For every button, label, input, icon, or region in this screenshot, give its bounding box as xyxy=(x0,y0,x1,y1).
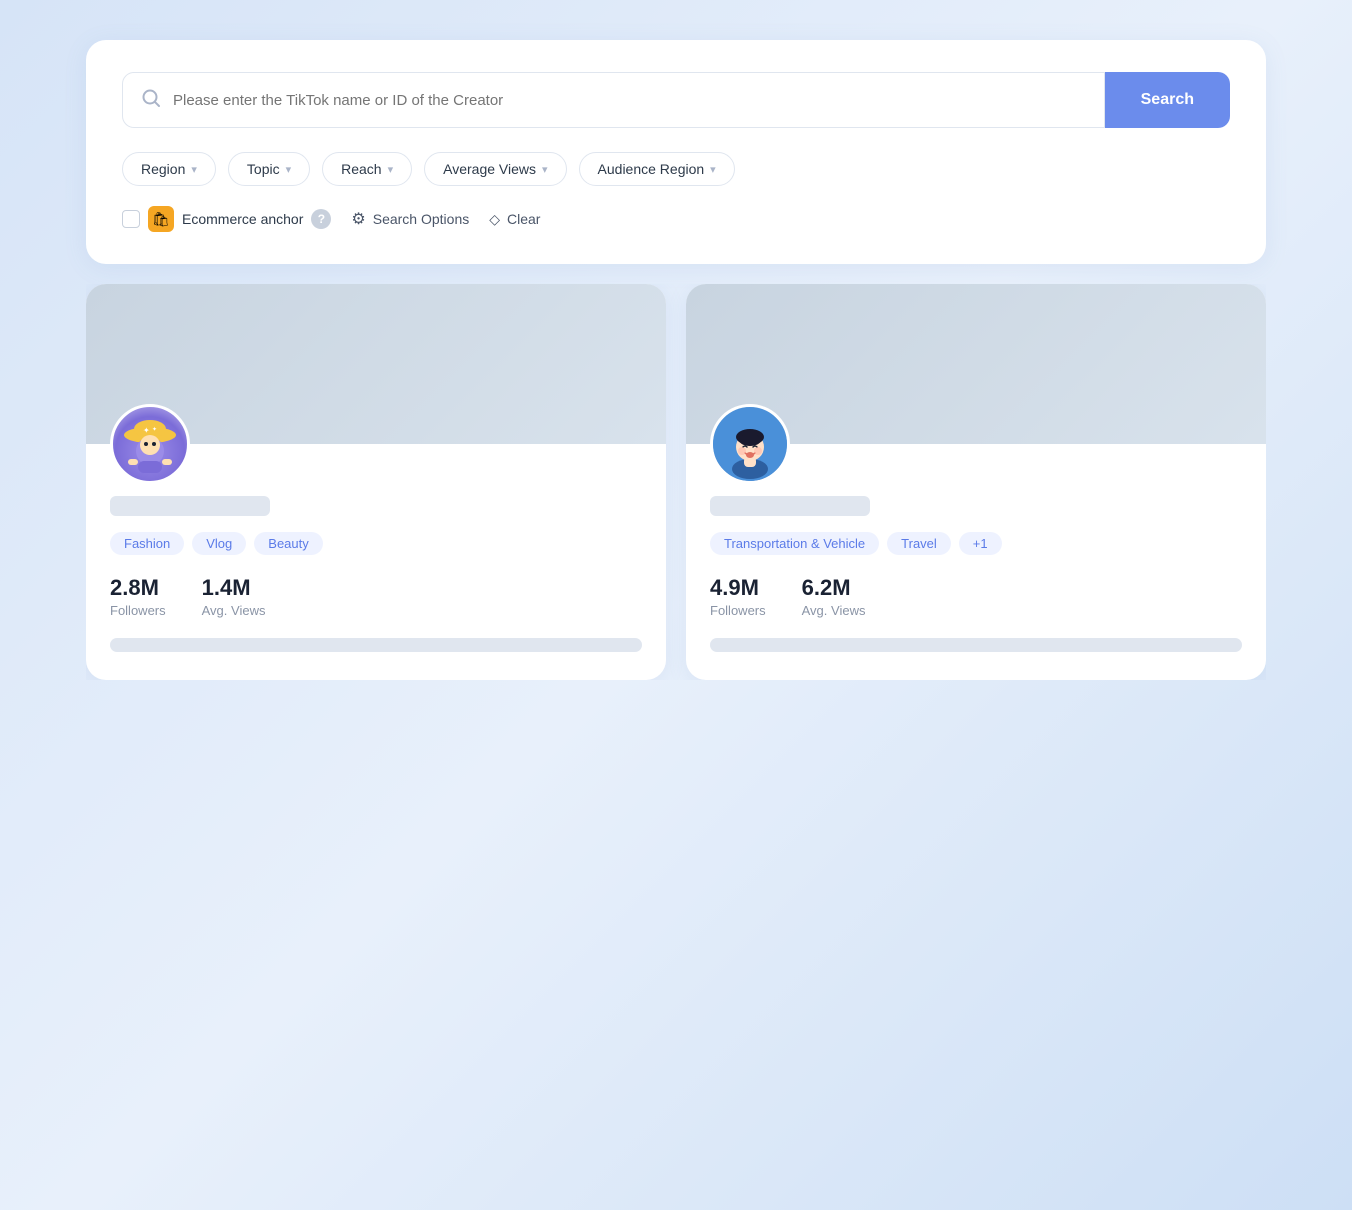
sliders-icon: ⚙ xyxy=(351,209,365,229)
region-label: Region xyxy=(141,161,185,177)
followers-value-2: 4.9M xyxy=(710,575,766,601)
ecommerce-checkbox[interactable] xyxy=(122,210,140,228)
search-panel: Search Region ▾ Topic ▾ Reach ▾ Average … xyxy=(86,40,1266,264)
avg-views-stat-2: 6.2M Avg. Views xyxy=(802,575,866,618)
card-body-1: ✦ ✦ Fashion Vlog Beauty xyxy=(86,404,666,680)
clear-label: Clear xyxy=(507,211,540,227)
topic-label: Topic xyxy=(247,161,280,177)
tag-vlog[interactable]: Vlog xyxy=(192,532,246,555)
avatar-wrapper-2 xyxy=(710,404,1242,484)
avg-views-label: Average Views xyxy=(443,161,536,177)
followers-value-1: 2.8M xyxy=(110,575,166,601)
card-body-2: Transportation & Vehicle Travel +1 4.9M … xyxy=(686,404,1266,680)
tag-more[interactable]: +1 xyxy=(959,532,1002,555)
avg-views-chevron-icon: ▾ xyxy=(542,163,548,176)
avatar-wrapper-1: ✦ ✦ xyxy=(110,404,642,484)
region-filter[interactable]: Region ▾ xyxy=(122,152,216,186)
audience-region-chevron-icon: ▾ xyxy=(710,163,716,176)
ecommerce-bag-icon: 🛍 xyxy=(148,206,174,232)
tag-travel[interactable]: Travel xyxy=(887,532,951,555)
stats-row-1: 2.8M Followers 1.4M Avg. Views xyxy=(110,575,642,618)
followers-label-1: Followers xyxy=(110,603,166,618)
avg-views-value-2: 6.2M xyxy=(802,575,866,601)
clear-diamond-icon: ◇ xyxy=(489,211,500,228)
tags-row-2: Transportation & Vehicle Travel +1 xyxy=(710,532,1242,555)
audience-region-filter[interactable]: Audience Region ▾ xyxy=(579,152,735,186)
ecommerce-checkbox-wrapper: 🛍 Ecommerce anchor ? xyxy=(122,206,331,232)
followers-stat-2: 4.9M Followers xyxy=(710,575,766,618)
creator-card-1: ✦ ✦ Fashion Vlog Beauty xyxy=(86,284,666,680)
avg-views-label-1: Avg. Views xyxy=(202,603,266,618)
help-icon[interactable]: ? xyxy=(311,209,331,229)
avg-views-value-1: 1.4M xyxy=(202,575,266,601)
search-input-wrapper xyxy=(122,72,1105,128)
avg-views-stat-1: 1.4M Avg. Views xyxy=(202,575,266,618)
options-row: 🛍 Ecommerce anchor ? ⚙ Search Options ◇ … xyxy=(122,206,1230,232)
creator-card-2: Transportation & Vehicle Travel +1 4.9M … xyxy=(686,284,1266,680)
avatar-2 xyxy=(710,404,790,484)
avg-views-filter[interactable]: Average Views ▾ xyxy=(424,152,566,186)
audience-region-label: Audience Region xyxy=(598,161,705,177)
followers-label-2: Followers xyxy=(710,603,766,618)
cards-row: ✦ ✦ Fashion Vlog Beauty xyxy=(86,284,1266,680)
action-bar-1 xyxy=(110,638,642,652)
stats-row-2: 4.9M Followers 6.2M Avg. Views xyxy=(710,575,1242,618)
svg-text:✦: ✦ xyxy=(143,426,150,435)
search-options-label: Search Options xyxy=(373,211,470,227)
topic-filter[interactable]: Topic ▾ xyxy=(228,152,310,186)
name-placeholder-1 xyxy=(110,496,270,516)
search-input[interactable] xyxy=(173,92,1086,109)
tags-row-1: Fashion Vlog Beauty xyxy=(110,532,642,555)
clear-button[interactable]: ◇ Clear xyxy=(489,211,540,228)
reach-filter[interactable]: Reach ▾ xyxy=(322,152,412,186)
filter-row: Region ▾ Topic ▾ Reach ▾ Average Views ▾… xyxy=(122,152,1230,186)
search-bar: Search xyxy=(122,72,1230,128)
tag-transportation[interactable]: Transportation & Vehicle xyxy=(710,532,879,555)
svg-text:✦: ✦ xyxy=(152,426,157,433)
ecommerce-label: Ecommerce anchor xyxy=(182,211,303,227)
tag-fashion[interactable]: Fashion xyxy=(110,532,184,555)
action-bar-2 xyxy=(710,638,1242,652)
avatar-1: ✦ ✦ xyxy=(110,404,190,484)
name-placeholder-2 xyxy=(710,496,870,516)
region-chevron-icon: ▾ xyxy=(191,163,197,176)
reach-label: Reach xyxy=(341,161,381,177)
search-icon xyxy=(141,88,161,113)
reach-chevron-icon: ▾ xyxy=(388,163,394,176)
search-options-button[interactable]: ⚙ Search Options xyxy=(351,209,469,229)
avg-views-label-2: Avg. Views xyxy=(802,603,866,618)
main-container: Search Region ▾ Topic ▾ Reach ▾ Average … xyxy=(86,40,1266,680)
tag-beauty[interactable]: Beauty xyxy=(254,532,322,555)
followers-stat-1: 2.8M Followers xyxy=(110,575,166,618)
topic-chevron-icon: ▾ xyxy=(286,163,292,176)
search-button[interactable]: Search xyxy=(1105,72,1230,128)
